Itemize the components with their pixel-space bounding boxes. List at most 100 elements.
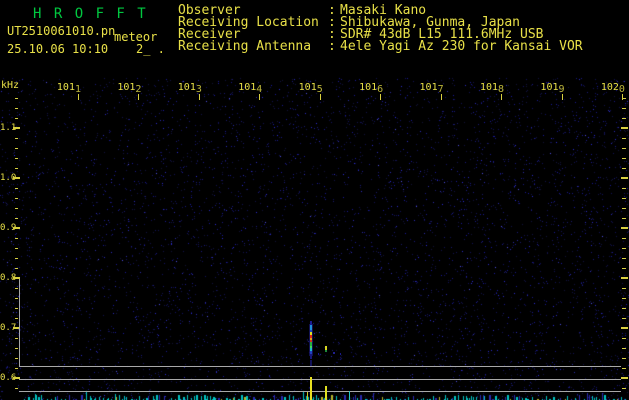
freq-major-tick	[13, 127, 20, 129]
time-tick-label: 1018	[478, 82, 504, 95]
freq-minor-tick	[622, 388, 626, 389]
info-label: Receiving Antenna	[178, 39, 312, 54]
hrofft-window: H R O F F T UT2510061010.pn meteor 25.10…	[0, 0, 629, 400]
time-label-main: 101	[177, 82, 196, 93]
freq-minor-tick	[622, 168, 626, 169]
freq-minor-tick	[622, 118, 626, 119]
station-info: Observer: Masaki Kano Receiving Location…	[178, 4, 583, 54]
freq-minor-tick	[622, 138, 626, 139]
signal-spike	[325, 386, 327, 400]
freq-minor-tick	[15, 98, 18, 99]
echo-dot	[309, 324, 310, 356]
time-tick	[78, 94, 79, 100]
freq-minor-tick	[15, 308, 18, 309]
meteor-label: meteor	[114, 30, 158, 44]
time-tick	[561, 94, 563, 100]
time-tick	[440, 94, 442, 100]
time-tick-label: 1016	[357, 83, 383, 95]
meteor-echo-segment	[310, 360, 312, 366]
time-label-main: 101	[479, 82, 499, 93]
freq-minor-tick	[15, 318, 18, 319]
time-tick	[319, 94, 321, 100]
echo-dot	[318, 353, 319, 355]
echo-dot	[333, 352, 335, 354]
freq-minor-tick	[15, 368, 18, 369]
freq-minor-tick	[622, 158, 626, 159]
freq-minor-tick	[15, 298, 18, 299]
time-tick-label: 1012	[115, 82, 141, 95]
reference-line	[19, 391, 621, 392]
freq-minor-tick	[622, 98, 626, 99]
freq-major-tick	[621, 277, 628, 279]
app-title: H R O F F T	[33, 6, 148, 22]
freq-minor-tick	[622, 208, 626, 209]
freq-minor-tick	[15, 198, 18, 199]
freq-minor-tick	[15, 148, 18, 149]
freq-minor-tick	[15, 158, 18, 159]
signal-spike	[310, 377, 312, 400]
time-tick-label: 1019	[539, 82, 564, 95]
time-tick	[259, 94, 261, 100]
freq-minor-tick	[15, 118, 18, 119]
freq-minor-tick	[622, 108, 626, 109]
freq-minor-tick	[622, 358, 626, 359]
time-label-main: 101	[56, 82, 75, 93]
time-tick	[198, 94, 200, 100]
freq-minor-tick	[622, 198, 626, 199]
freq-major-tick	[13, 227, 20, 229]
time-label-main: 101	[540, 82, 559, 93]
freq-minor-tick	[622, 218, 626, 219]
reference-line	[19, 279, 20, 367]
freq-minor-tick	[622, 248, 626, 249]
spectrogram-noise-canvas	[0, 0, 629, 400]
time-tick	[138, 94, 140, 100]
freq-minor-tick	[15, 288, 18, 289]
echo-dot	[312, 324, 313, 356]
time-tick-label: 1014	[236, 82, 262, 95]
freq-minor-tick	[15, 248, 18, 249]
freq-minor-tick	[622, 348, 626, 349]
freq-major-tick	[621, 127, 628, 129]
freq-minor-tick	[622, 298, 626, 299]
info-colon: :	[328, 39, 344, 54]
time-tick	[380, 94, 382, 100]
freq-major-tick	[621, 327, 628, 329]
signal-spike	[307, 392, 308, 400]
freq-minor-tick	[15, 268, 18, 269]
freq-minor-tick	[622, 288, 626, 289]
freq-minor-tick	[622, 318, 626, 319]
reference-line	[19, 379, 621, 380]
freq-minor-tick	[622, 188, 626, 189]
freq-minor-tick	[622, 338, 626, 339]
info-value: 4ele Yagi Az 230 for Kansai VOR	[340, 39, 583, 54]
freq-minor-tick	[15, 138, 18, 139]
time-tick	[621, 94, 623, 100]
freq-major-tick	[13, 177, 20, 179]
freq-minor-tick	[15, 168, 18, 169]
echo-dot	[340, 353, 341, 355]
freq-minor-tick	[15, 188, 18, 189]
capture-datetime: 25.10.06 10:10	[7, 42, 109, 56]
freq-major-tick	[621, 177, 628, 179]
echo-dot	[325, 350, 327, 352]
freq-minor-tick	[622, 368, 626, 369]
freq-minor-tick	[15, 388, 18, 389]
time-tick-label: 1020	[599, 83, 625, 95]
freq-minor-tick	[622, 308, 626, 309]
freq-major-tick	[621, 377, 628, 379]
time-label-main: 101	[117, 82, 136, 93]
freq-minor-tick	[15, 348, 18, 349]
freq-minor-tick	[15, 258, 18, 259]
time-label-main: 101	[238, 82, 257, 93]
freq-minor-tick	[622, 258, 626, 259]
reference-line	[19, 366, 621, 367]
freq-minor-tick	[15, 338, 18, 339]
freq-minor-tick	[15, 358, 18, 359]
freq-minor-tick	[15, 108, 18, 109]
freq-minor-tick	[622, 148, 626, 149]
freq-minor-tick	[622, 238, 626, 239]
signal-spike	[349, 391, 350, 400]
freq-minor-tick	[622, 268, 626, 269]
freq-major-tick	[621, 227, 628, 229]
echo-count: 2_ .	[136, 42, 165, 56]
